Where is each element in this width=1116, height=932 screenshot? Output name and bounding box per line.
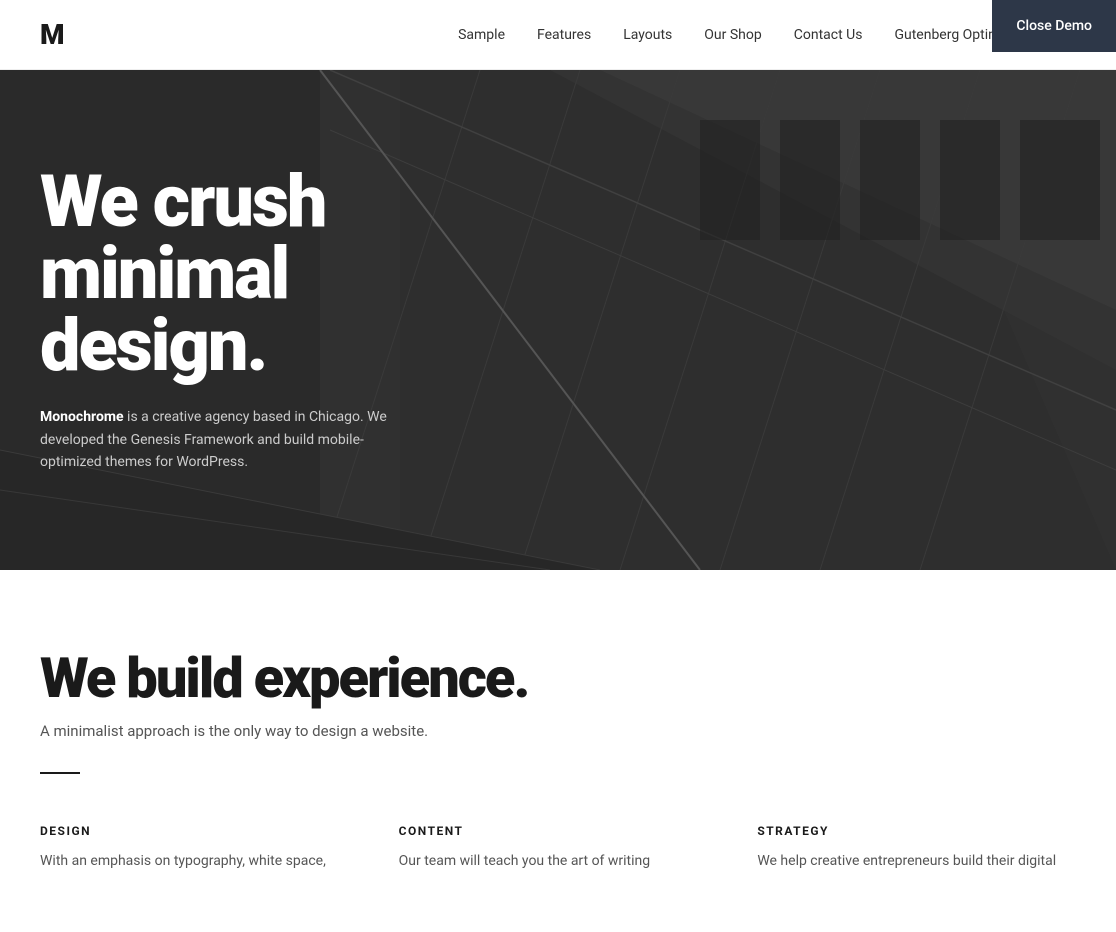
hero-section: We crush minimal design. Monochrome is a… bbox=[0, 70, 1116, 570]
main-section: We build experience. A minimalist approa… bbox=[0, 570, 1116, 932]
column-design-text: With an emphasis on typography, white sp… bbox=[40, 850, 359, 872]
hero-title: We crush minimal design. bbox=[40, 166, 460, 382]
column-strategy-text: We help creative entrepreneurs build the… bbox=[757, 850, 1076, 872]
column-strategy: STRATEGY We help creative entrepreneurs … bbox=[757, 824, 1076, 872]
column-content-text: Our team will teach you the art of writi… bbox=[399, 850, 718, 872]
column-content-heading: CONTENT bbox=[399, 824, 718, 838]
column-content: CONTENT Our team will teach you the art … bbox=[399, 824, 718, 872]
nav-item-layouts[interactable]: Layouts bbox=[623, 27, 672, 43]
hero-brand: Monochrome bbox=[40, 409, 124, 425]
header: M Sample Features Layouts Our Shop Conta… bbox=[0, 0, 1116, 70]
nav-item-features[interactable]: Features bbox=[537, 27, 591, 43]
close-demo-button[interactable]: Close Demo bbox=[992, 0, 1116, 52]
section-title: We build experience. bbox=[40, 650, 1076, 706]
section-divider bbox=[40, 772, 80, 774]
logo[interactable]: M bbox=[40, 18, 64, 51]
hero-content: We crush minimal design. Monochrome is a… bbox=[0, 106, 500, 533]
nav-item-our-shop[interactable]: Our Shop bbox=[704, 27, 761, 43]
column-strategy-heading: STRATEGY bbox=[757, 824, 1076, 838]
column-design: DESIGN With an emphasis on typography, w… bbox=[40, 824, 359, 872]
main-nav: Sample Features Layouts Our Shop Contact… bbox=[458, 26, 1076, 44]
nav-item-contact-us[interactable]: Contact Us bbox=[794, 27, 863, 43]
hero-description: Monochrome is a creative agency based in… bbox=[40, 406, 400, 473]
section-subtitle: A minimalist approach is the only way to… bbox=[40, 722, 1076, 740]
nav-item-sample[interactable]: Sample bbox=[458, 27, 505, 43]
feature-columns: DESIGN With an emphasis on typography, w… bbox=[40, 824, 1076, 872]
column-design-heading: DESIGN bbox=[40, 824, 359, 838]
